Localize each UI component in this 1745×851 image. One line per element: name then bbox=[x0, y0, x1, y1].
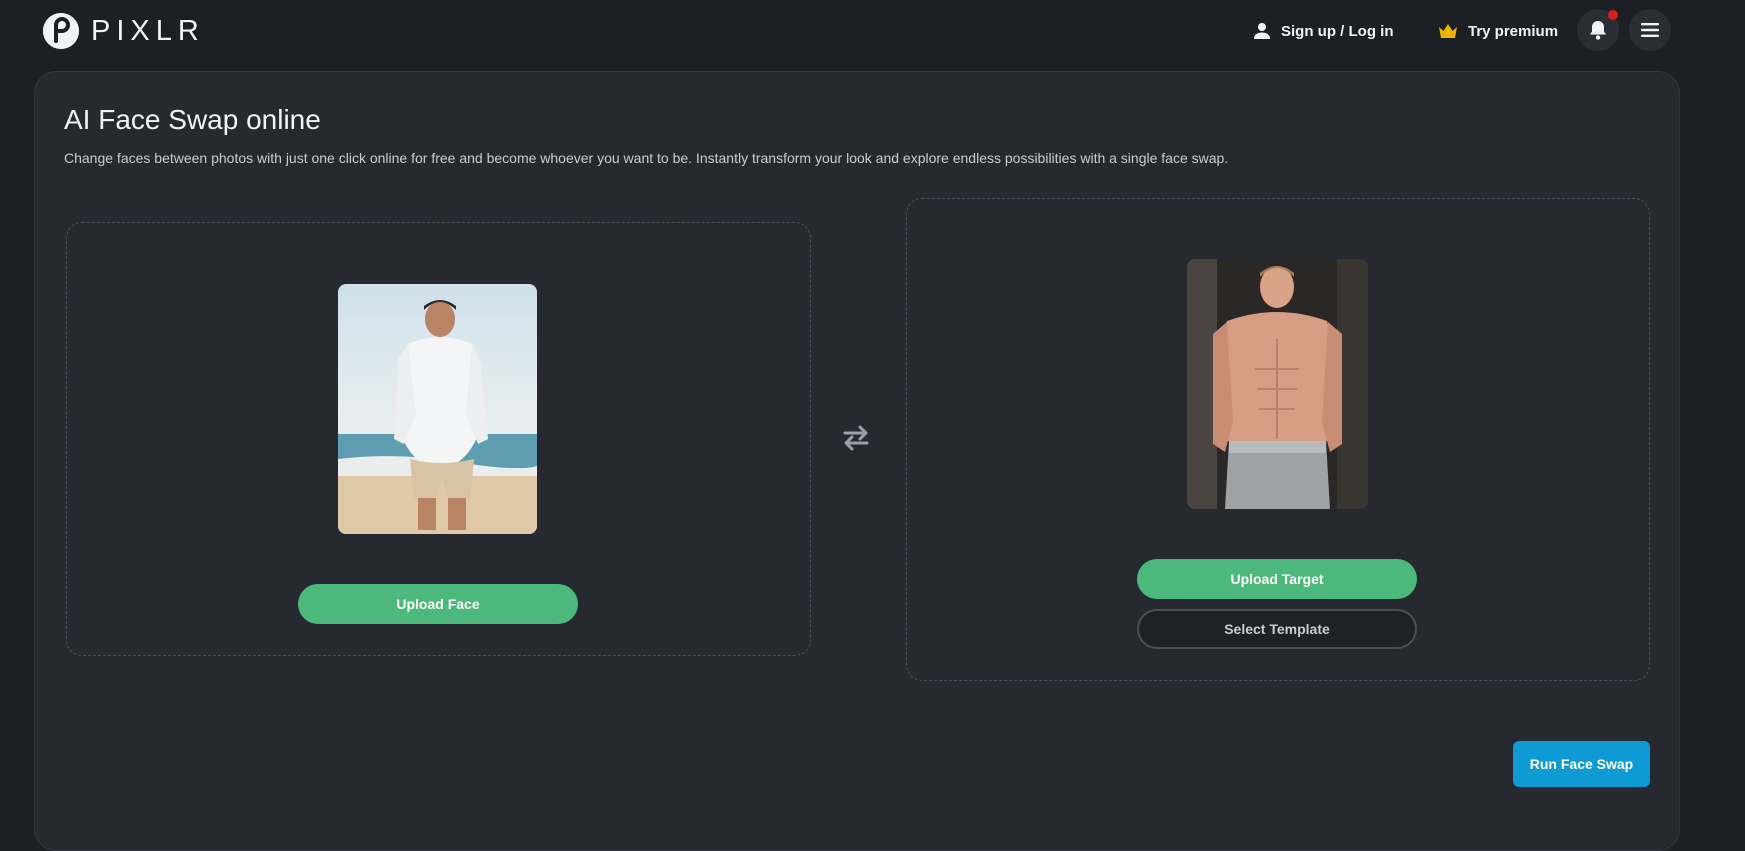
select-template-button[interactable]: Select Template bbox=[1137, 609, 1417, 649]
page-title: AI Face Swap online bbox=[64, 104, 321, 135]
upload-face-button[interactable]: Upload Face bbox=[298, 584, 578, 624]
logo[interactable]: PIXLR bbox=[43, 13, 205, 49]
try-premium-link[interactable]: Try premium bbox=[1438, 18, 1558, 44]
page-description: Change faces between photos with just on… bbox=[64, 150, 1229, 166]
user-icon bbox=[1254, 23, 1270, 39]
target-image-preview bbox=[1187, 259, 1368, 509]
crown-icon bbox=[1439, 24, 1457, 38]
try-premium-label: Try premium bbox=[1468, 22, 1559, 40]
bell-icon bbox=[1590, 21, 1606, 40]
logo-text: PIXLR bbox=[91, 14, 205, 47]
menu-button[interactable] bbox=[1629, 9, 1671, 51]
pixlr-logo-icon bbox=[43, 13, 79, 49]
upload-target-button[interactable]: Upload Target bbox=[1137, 559, 1417, 599]
hamburger-menu-icon bbox=[1641, 23, 1659, 37]
sign-up-label: Sign up / Log in bbox=[1281, 22, 1394, 40]
face-image-preview bbox=[338, 284, 537, 534]
run-face-swap-button[interactable]: Run Face Swap bbox=[1513, 741, 1650, 787]
swap-arrows-icon[interactable] bbox=[839, 421, 873, 455]
sign-up-log-in-link[interactable]: Sign up / Log in bbox=[1253, 18, 1393, 44]
top-bar: PIXLR Sign up / Log in Try premium bbox=[0, 0, 1745, 64]
notification-badge bbox=[1608, 10, 1618, 20]
